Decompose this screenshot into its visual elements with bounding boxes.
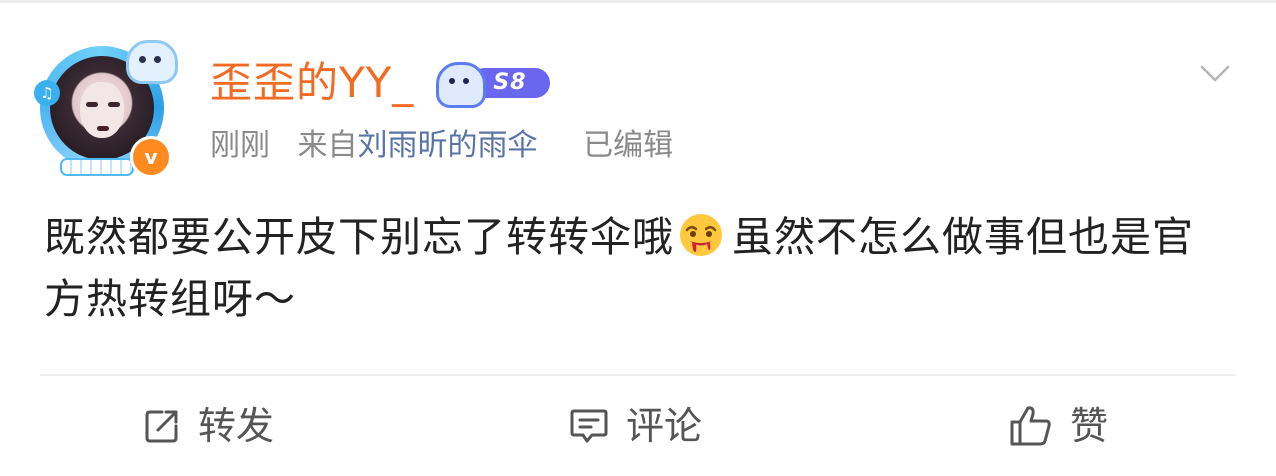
post-text-part1: 既然都要公开皮下别忘了转转伞哦 — [44, 213, 674, 261]
post-time: 刚刚 — [210, 128, 270, 163]
avatar-lips — [97, 126, 109, 131]
repost-label: 转发 — [198, 404, 275, 448]
post-content: 既然都要公开皮下别忘了转转伞哦 虽然不怎么做事但也是官方热转组呀～ — [44, 206, 1234, 330]
like-label: 赞 — [1070, 404, 1109, 448]
comment-label: 评论 — [626, 404, 703, 448]
ghost-decoration-icon — [126, 40, 178, 84]
edited-label[interactable]: 已编辑 — [583, 128, 673, 163]
repost-icon — [145, 410, 178, 443]
comment-icon — [570, 409, 608, 443]
comment-button[interactable]: 评论 — [568, 398, 702, 454]
source-prefix: 来自 — [297, 128, 358, 163]
source-link[interactable]: 刘雨昕的雨伞 — [358, 128, 538, 163]
avatar[interactable]: ♫ v — [34, 40, 178, 180]
post-meta: 刚刚 来自刘雨昕的雨伞 已编辑 — [210, 124, 691, 168]
verified-badge-icon: v — [130, 136, 172, 178]
repost-button[interactable]: 转发 — [142, 398, 274, 454]
chevron-down-icon[interactable] — [1200, 58, 1230, 88]
music-note-icon: ♫ — [34, 80, 60, 106]
top-divider — [0, 0, 1276, 3]
username[interactable]: 歪歪的YY_ — [210, 56, 414, 110]
action-divider — [40, 374, 1236, 376]
weibo-post-card: ♫ v 歪歪的YY_ S8 刚刚 来自刘雨昕的雨伞 已编辑 既然都要公开皮下别忘… — [0, 0, 1276, 476]
avatar-eye-left — [86, 102, 98, 107]
level-badge[interactable]: S8 — [436, 62, 552, 108]
ghost-level-icon — [436, 62, 486, 108]
thumbs-up-icon — [1010, 406, 1051, 446]
like-button[interactable]: 赞 — [1008, 398, 1108, 454]
drooling-face-emoji-icon — [680, 214, 722, 256]
avatar-eye-right — [108, 102, 120, 107]
piano-keys-decoration — [60, 158, 134, 176]
